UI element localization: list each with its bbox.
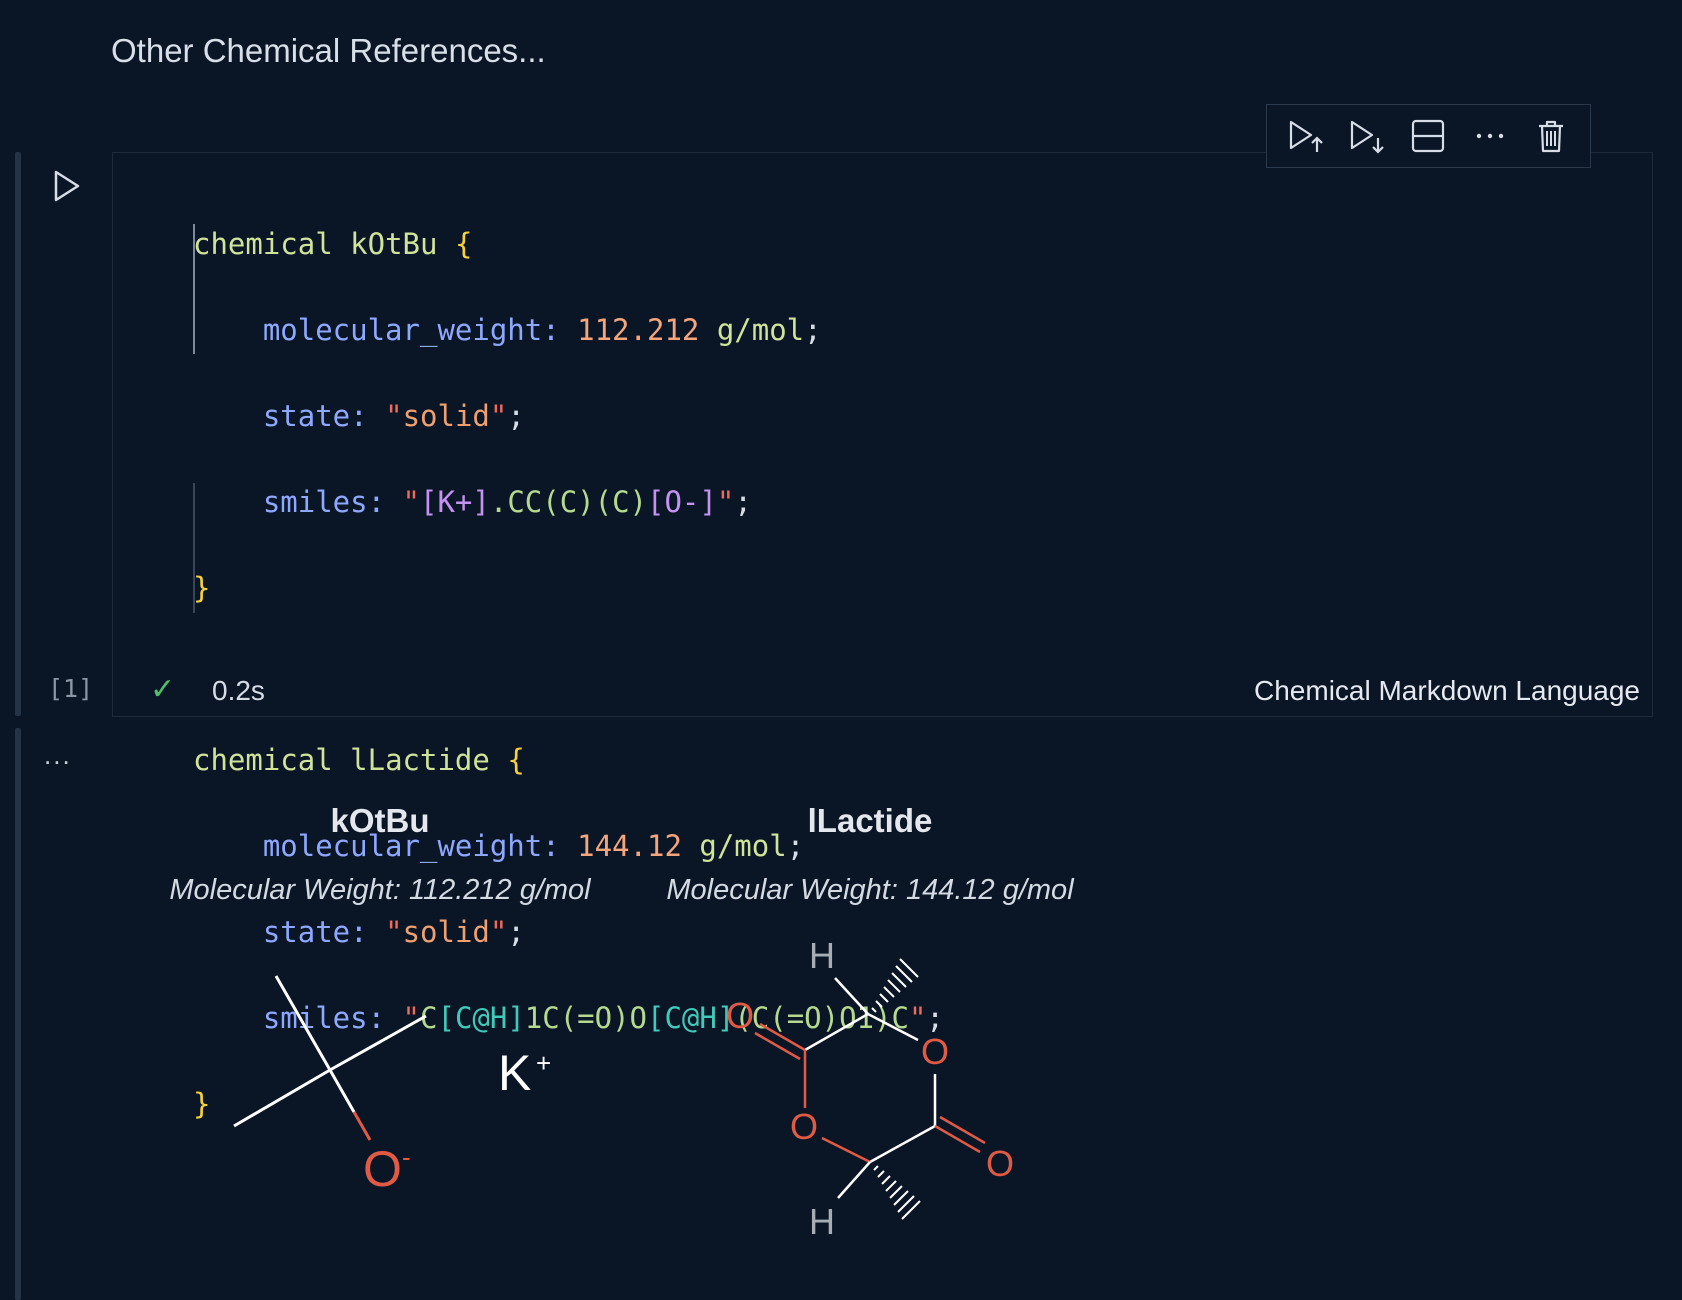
bond	[934, 1124, 981, 1154]
atom-oxygen: O	[921, 1031, 949, 1072]
bond	[804, 1012, 869, 1052]
bond	[754, 1031, 801, 1061]
atom-hydrogen: H	[809, 1201, 835, 1242]
bond	[889, 1185, 903, 1199]
bond	[871, 1007, 877, 1013]
bond	[885, 1180, 897, 1192]
bond	[869, 1124, 936, 1164]
bond	[821, 1136, 871, 1164]
atom-oxygen: O	[986, 1143, 1014, 1184]
bond	[759, 1022, 806, 1052]
bond	[875, 1000, 883, 1008]
atom-oxygen: O	[790, 1106, 818, 1147]
bond	[877, 1170, 885, 1178]
bond	[887, 979, 901, 993]
bond	[899, 958, 919, 978]
bond	[901, 1200, 921, 1220]
hashed-wedge	[871, 958, 919, 1013]
bond	[883, 986, 895, 998]
bond	[837, 1161, 871, 1199]
bond	[879, 993, 889, 1003]
llactide-atoms: O O O O H H	[726, 935, 1014, 1242]
molecule-llactide: O O O O H H	[726, 935, 1014, 1242]
bond	[939, 1115, 986, 1145]
atom-hydrogen: H	[809, 935, 835, 976]
bond	[867, 1012, 919, 1042]
llactide-bonds	[754, 977, 986, 1199]
atom-oxygen: O	[726, 995, 754, 1036]
bond	[834, 977, 869, 1015]
hashed-wedge	[873, 1165, 921, 1220]
bond	[881, 1175, 891, 1185]
bond	[873, 1165, 879, 1171]
